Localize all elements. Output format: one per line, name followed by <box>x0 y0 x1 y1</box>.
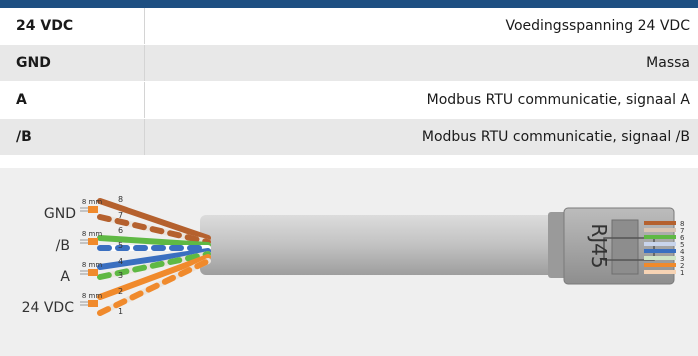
wire-label-gnd: GND <box>44 206 76 222</box>
pin-code: 24 VDC <box>0 8 145 45</box>
table-row: A Modbus RTU communicatie, signaal A <box>0 81 698 119</box>
pin-description: Modbus RTU communicatie, signaal A <box>144 81 698 119</box>
pin-description: Modbus RTU communicatie, signaal /B <box>144 118 698 156</box>
wire-label-a: A <box>60 269 70 285</box>
rj45-label: RJ45 <box>587 223 611 268</box>
wire-label-24vdc: 24 VDC <box>22 300 75 316</box>
wire-number: 2 <box>118 287 123 296</box>
pin-code: A <box>0 81 145 119</box>
table-row: GND Massa <box>0 44 698 82</box>
wire-number: 8 <box>118 195 123 204</box>
pin-description: Massa <box>144 44 698 82</box>
strip-length-label: 8 mm <box>82 292 102 300</box>
wire-number: 6 <box>118 226 123 235</box>
contact-number: 1 <box>680 269 684 277</box>
pin-code: /B <box>0 118 145 156</box>
table-row: 24 VDC Voedingsspanning 24 VDC <box>0 8 698 45</box>
strip-length-label: 8 mm <box>82 230 102 238</box>
strip-ticks <box>80 207 88 306</box>
wire-label-b: /B <box>56 238 70 254</box>
pin-code: GND <box>0 44 145 82</box>
strip-length-label: 8 mm <box>82 261 102 269</box>
wiring-diagram: GND /B A 24 VDC 8 mm 8 mm 8 mm 8 mm 8 7 … <box>0 168 698 356</box>
cable-illustration: GND /B A 24 VDC 8 mm 8 mm 8 mm 8 mm 8 7 … <box>22 195 685 316</box>
wire-number: 5 <box>118 241 123 250</box>
fanned-wires <box>97 198 211 316</box>
header-bar <box>0 0 698 8</box>
wire-number: 1 <box>118 307 123 316</box>
pin-description: Voedingsspanning 24 VDC <box>144 8 698 45</box>
wire-number: 4 <box>118 257 123 266</box>
rj45-plug: RJ45 8 7 6 5 4 3 2 1 <box>548 207 685 285</box>
wire-number: 3 <box>118 271 123 280</box>
pin-table: 24 VDC Voedingsspanning 24 VDC GND Massa… <box>0 8 698 156</box>
strip-length-label: 8 mm <box>82 198 102 206</box>
table-row: /B Modbus RTU communicatie, signaal /B <box>0 118 698 156</box>
wire-number: 7 <box>118 211 123 220</box>
cable-jacket <box>200 215 560 275</box>
